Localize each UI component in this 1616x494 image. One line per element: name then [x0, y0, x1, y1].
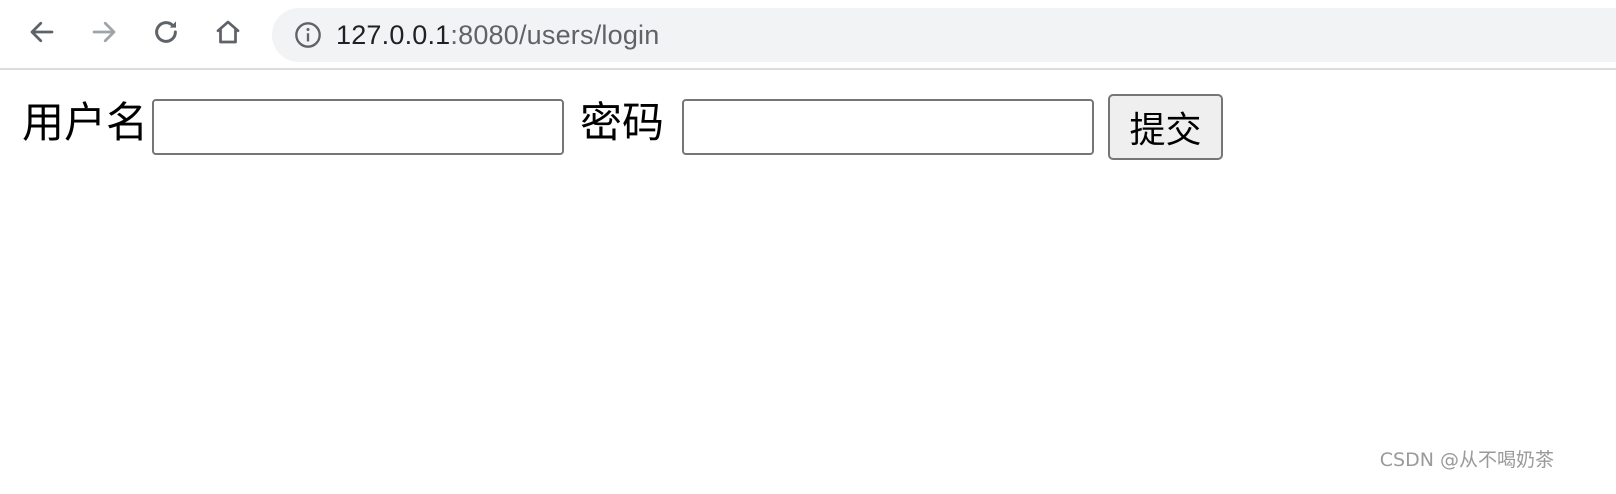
address-bar[interactable]: 127.0.0.1:8080/users/login: [272, 8, 1616, 62]
reload-button[interactable]: [146, 14, 186, 54]
arrow-right-icon: [89, 17, 119, 51]
submit-button[interactable]: 提交: [1108, 94, 1223, 160]
password-field[interactable]: [682, 99, 1094, 155]
browser-toolbar: 127.0.0.1:8080/users/login: [0, 0, 1616, 70]
info-circle-icon[interactable]: [292, 19, 324, 51]
username-field[interactable]: [152, 99, 564, 155]
url-text[interactable]: 127.0.0.1:8080/users/login: [336, 20, 659, 51]
username-label: 用户名: [22, 98, 149, 147]
home-button[interactable]: [208, 14, 248, 54]
page-content: 用户名 密码 提交 CSDN @从不喝奶茶: [0, 70, 1616, 492]
watermark-text: CSDN @从不喝奶茶: [1379, 449, 1554, 471]
url-path: :8080/users/login: [450, 19, 660, 50]
url-host: 127.0.0.1: [336, 19, 451, 50]
arrow-left-icon: [27, 17, 57, 51]
password-label: 密码: [580, 98, 665, 147]
forward-button[interactable]: [84, 14, 124, 54]
back-button[interactable]: [22, 14, 62, 54]
reload-icon: [151, 17, 181, 51]
home-icon: [213, 17, 243, 51]
